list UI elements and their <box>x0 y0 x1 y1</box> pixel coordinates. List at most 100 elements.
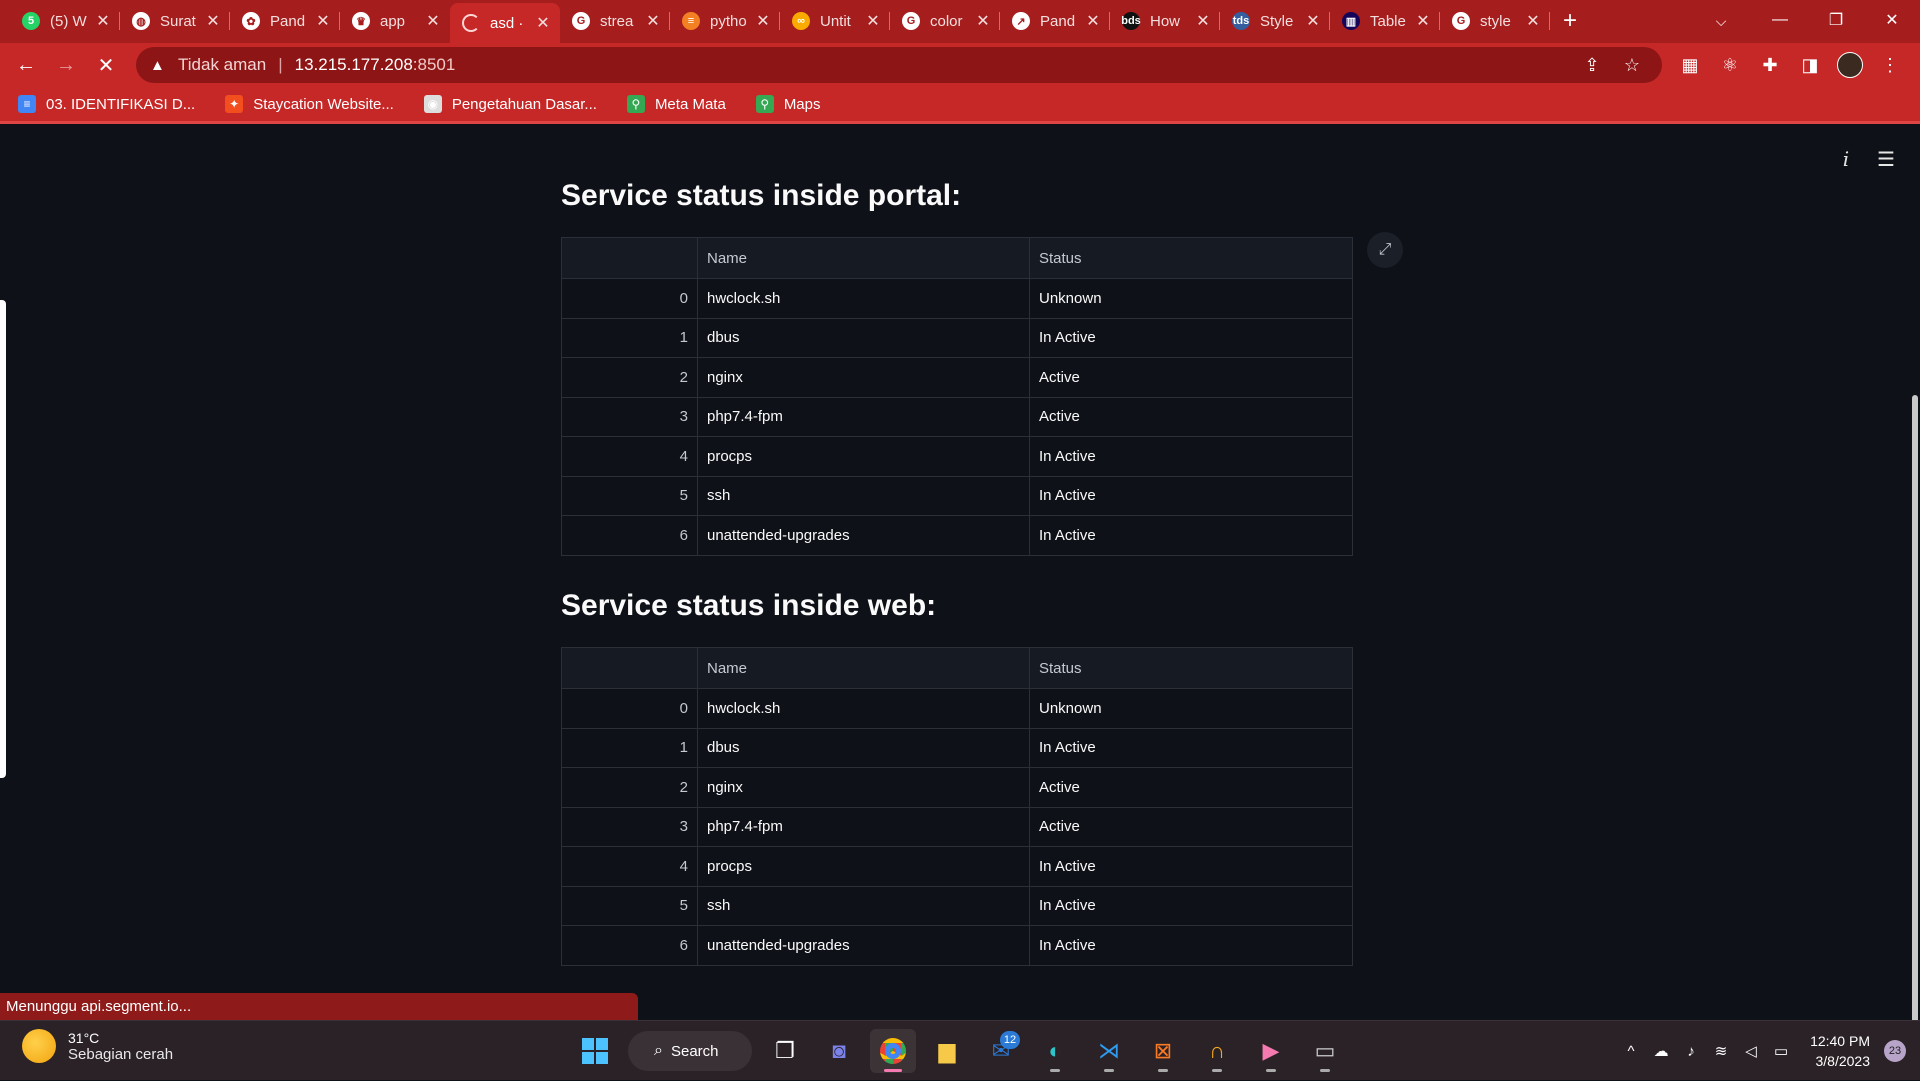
tab-close-icon[interactable]: ✕ <box>974 11 992 31</box>
row-index[interactable]: 3 <box>561 397 698 437</box>
row-index[interactable]: 6 <box>561 925 698 966</box>
table-row[interactable]: 2 nginx Active <box>561 767 1353 808</box>
tab-close-icon[interactable]: ✕ <box>314 11 332 31</box>
teams-chat-icon[interactable]: ◙ <box>816 1029 862 1073</box>
tab-close-icon[interactable]: ✕ <box>1414 11 1432 31</box>
service-name-cell[interactable]: php7.4-fpm <box>697 807 1030 847</box>
table-row[interactable]: 6 unattended-upgrades In Active <box>561 515 1353 556</box>
extension-grid-icon[interactable]: ▦ <box>1670 47 1710 83</box>
browser-tab[interactable]: ♛ app ✕ <box>340 3 450 39</box>
bookmark-item[interactable]: ⚲ Meta Mata <box>619 95 726 113</box>
table-row[interactable]: 6 unattended-upgrades In Active <box>561 925 1353 966</box>
service-name-cell[interactable]: hwclock.sh <box>697 688 1030 729</box>
volume-icon[interactable]: ◁ <box>1736 1042 1766 1060</box>
url-host[interactable]: 13.215.177.208 <box>295 55 413 75</box>
column-header[interactable] <box>561 237 698 279</box>
terminal-icon[interactable]: ▭ <box>1302 1029 1348 1073</box>
close-window-icon[interactable]: ✕ <box>1864 0 1920 40</box>
battery-icon[interactable]: ▭ <box>1766 1042 1796 1060</box>
service-status-cell[interactable]: In Active <box>1029 846 1353 887</box>
row-index[interactable]: 1 <box>561 318 698 358</box>
service-name-cell[interactable]: dbus <box>697 318 1030 358</box>
service-name-cell[interactable]: nginx <box>697 357 1030 398</box>
side-panel-icon[interactable]: ◨ <box>1790 47 1830 83</box>
column-header[interactable]: Status <box>1029 237 1353 279</box>
row-index[interactable]: 1 <box>561 728 698 768</box>
table-row[interactable]: 1 dbus In Active <box>561 728 1353 768</box>
browser-tab[interactable]: 5 (5) W ✕ <box>10 3 120 39</box>
hamburger-menu-icon[interactable]: ☰ <box>1866 145 1906 173</box>
tab-close-icon[interactable]: ✕ <box>1304 11 1322 31</box>
tab-close-icon[interactable]: ✕ <box>864 11 882 31</box>
browser-tab[interactable]: tds Style ✕ <box>1220 3 1330 39</box>
service-status-cell[interactable]: In Active <box>1029 728 1353 768</box>
column-header[interactable] <box>561 647 698 689</box>
dataframe-portal[interactable]: Name Status 0 hwclock.sh Unknown 1 dbus In Acti… <box>561 237 1353 556</box>
browser-tab[interactable]: ↗ Pand ✕ <box>1000 3 1110 39</box>
browser-tab[interactable]: ∞ Untit ✕ <box>780 3 890 39</box>
row-index[interactable]: 3 <box>561 807 698 847</box>
bookmark-item[interactable]: ⚲ Maps <box>748 95 821 113</box>
service-name-cell[interactable]: ssh <box>697 886 1030 926</box>
security-label[interactable]: Tidak aman <box>178 55 266 75</box>
row-index[interactable]: 2 <box>561 357 698 398</box>
browser-tab[interactable]: Gstrea ✕ <box>560 3 670 39</box>
weather-widget[interactable]: 31°C Sebagian cerah <box>22 1029 173 1063</box>
taskbar-search[interactable]: ⌕ Search <box>628 1031 752 1071</box>
service-name-cell[interactable]: hwclock.sh <box>697 278 1030 319</box>
service-status-cell[interactable]: In Active <box>1029 476 1353 516</box>
service-name-cell[interactable]: procps <box>697 846 1030 887</box>
service-status-cell[interactable]: In Active <box>1029 318 1353 358</box>
headphones-app-icon[interactable]: ∩ <box>1194 1029 1240 1073</box>
service-name-cell[interactable]: unattended-upgrades <box>697 515 1030 556</box>
row-index[interactable]: 0 <box>561 688 698 729</box>
service-status-cell[interactable]: In Active <box>1029 515 1353 556</box>
service-status-cell[interactable]: Active <box>1029 807 1353 847</box>
service-status-cell[interactable]: Active <box>1029 767 1353 808</box>
service-status-cell[interactable]: In Active <box>1029 925 1353 966</box>
table-row[interactable]: 1 dbus In Active <box>561 318 1353 358</box>
warning-triangle-icon[interactable]: ▲ <box>150 57 170 74</box>
microphone-icon[interactable]: ♪ <box>1676 1043 1706 1060</box>
browser-tab[interactable]: ✿ Pand ✕ <box>230 3 340 39</box>
restore-icon[interactable]: ❐ <box>1808 0 1864 40</box>
share-icon[interactable]: ⇪ <box>1572 53 1612 77</box>
browser-tab[interactable]: Gstyle ✕ <box>1440 3 1550 39</box>
windows-start-icon[interactable] <box>572 1029 618 1073</box>
url-port[interactable]: :8501 <box>413 55 456 75</box>
service-status-cell[interactable]: In Active <box>1029 436 1353 477</box>
row-index[interactable]: 5 <box>561 886 698 926</box>
table-row[interactable]: 4 procps In Active <box>561 436 1353 477</box>
vscode-icon[interactable]: ⋊ <box>1086 1029 1132 1073</box>
table-row[interactable]: 0 hwclock.sh Unknown <box>561 688 1353 729</box>
table-row[interactable]: 2 nginx Active <box>561 357 1353 398</box>
forward-arrow-icon[interactable]: → <box>46 45 86 85</box>
browser-tab[interactable]: ≡ pytho ✕ <box>670 3 780 39</box>
bookmark-item[interactable]: ✦ Staycation Website... <box>217 95 394 113</box>
back-arrow-icon[interactable]: ← <box>6 45 46 85</box>
column-header[interactable]: Name <box>697 647 1030 689</box>
bookmark-item[interactable]: ◉ Pengetahuan Dasar... <box>416 95 597 113</box>
tray-overflow-chevron-icon[interactable]: ^ <box>1616 1043 1646 1060</box>
browser-tab[interactable]: ▥ Table ✕ <box>1330 3 1440 39</box>
service-status-cell[interactable]: In Active <box>1029 886 1353 926</box>
service-name-cell[interactable]: ssh <box>697 476 1030 516</box>
service-status-cell[interactable]: Unknown <box>1029 688 1353 729</box>
tab-close-icon[interactable]: ✕ <box>534 13 552 33</box>
tab-close-icon[interactable]: ✕ <box>204 11 222 31</box>
scrollbar-thumb[interactable] <box>1912 395 1918 1045</box>
tab-close-icon[interactable]: ✕ <box>1084 11 1102 31</box>
row-index[interactable]: 6 <box>561 515 698 556</box>
minimize-icon[interactable]: — <box>1752 0 1808 40</box>
edge-icon[interactable]: ◐ <box>1032 1029 1078 1073</box>
new-tab-button[interactable]: + <box>1550 7 1590 35</box>
table-row[interactable]: 0 hwclock.sh Unknown <box>561 278 1353 319</box>
media-player-icon[interactable]: ▶ <box>1248 1029 1294 1073</box>
browser-tab[interactable]: ◍ Surat ✕ <box>120 3 230 39</box>
service-status-cell[interactable]: Active <box>1029 397 1353 437</box>
system-clock[interactable]: 12:40 PM 3/8/2023 <box>1810 1031 1870 1071</box>
row-index[interactable]: 2 <box>561 767 698 808</box>
extensions-puzzle-icon[interactable]: ✚ <box>1750 47 1790 83</box>
wifi-icon[interactable]: ≋ <box>1706 1042 1736 1060</box>
service-name-cell[interactable]: dbus <box>697 728 1030 768</box>
